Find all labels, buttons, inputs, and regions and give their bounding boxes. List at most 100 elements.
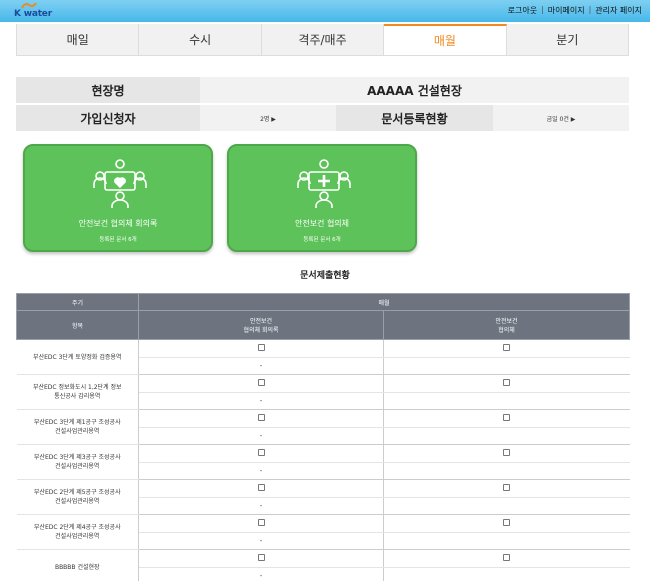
council-checkbox[interactable] [503,414,511,421]
kwater-logo[interactable]: K water [8,1,68,21]
table-row: 부산EDC 3단계 제3공구 조성공사 건설사업관리용역 [16,444,630,480]
site-info-table: 현장명 AAAAA 건설현장 가입신청자 2명 ▶ 문서등록현황 금일 0건 ▶ [16,77,629,133]
table-row: BBBBB 건설현장 [16,549,630,581]
minutes-checkbox[interactable] [257,379,265,386]
card-doc-count: 등록된 문서 6개 [303,237,341,243]
card-title: 안전보건 협의체 [294,219,350,228]
table-body: 부산EDC 3단계 토양정화 검증용역 - 부산EDC 정보화도시 1,2단계 정보… [16,339,630,581]
council-cell [383,479,630,498]
status-dash: - [259,537,263,545]
minutes-status: - [138,427,384,445]
project-name: 부산EDC 3단계 제1공구 조성공사 건설사업관리용역 [16,409,139,445]
meeting-minutes-card[interactable]: 안전보건 협의체 회의록 등록된 문서 6개 [23,144,213,252]
safety-council-card[interactable]: 안전보건 협의체 등록된 문서 6개 [227,144,417,252]
minutes-status: - [138,532,384,550]
divider: | [588,5,592,14]
status-dash: - [259,467,263,475]
council-checkbox[interactable] [503,344,511,351]
top-bar: K water 로그아웃 | 마이페이지 | 관리자 페이지 [0,0,650,22]
doc-submission-table: 주기 매월 항목 안전보건 협의체 회의록 안전보건 협의체 부산EDC 3단계… [16,293,631,581]
minutes-cell [138,409,384,428]
status-dash: - [259,362,263,370]
logo-wave-icon [21,2,37,9]
status-dash: - [259,397,263,405]
council-status [383,392,630,410]
doc-today-link[interactable]: 금일 0건 ▶ [493,105,629,131]
council-cell [383,409,630,428]
minutes-checkbox[interactable] [257,519,265,526]
meeting-heart-icon [93,159,147,208]
minutes-checkbox[interactable] [257,449,265,456]
table-row: 부산EDC 정보화도시 1,2단계 정보통신공사 감리용역 [16,374,630,410]
logout-link[interactable]: 로그아웃 [508,5,537,16]
council-checkbox[interactable] [503,519,511,526]
logo-text: K water [14,9,52,19]
status-dash: - [259,572,263,580]
card-title: 안전보건 협의체 회의록 [78,219,158,228]
site-name-value: AAAAA 건설현장 [200,77,629,103]
minutes-checkbox[interactable] [257,554,265,561]
tab-anytime[interactable]: 수시 [139,24,262,55]
status-dash: - [259,432,263,440]
minutes-status: - [138,392,384,410]
period-header: 주기 [16,293,139,311]
project-name: 부산EDC 3단계 토양정화 검증용역 [16,339,139,375]
minutes-cell [138,479,384,498]
project-name: 부산EDC 3단계 제3공구 조성공사 건설사업관리용역 [16,444,139,480]
council-checkbox[interactable] [503,484,511,491]
doc-status-label: 문서등록현황 [336,105,493,131]
section-title: 문서제출현황 [300,271,350,281]
table-row: 부산EDC 3단계 제1공구 조성공사 건설사업관리용역 [16,409,630,445]
admin-page-link[interactable]: 관리자 페이지 [595,5,642,16]
applicant-count-link[interactable]: 2명 ▶ [200,105,336,131]
minutes-cell [138,444,384,463]
council-status [383,567,630,581]
council-status [383,532,630,550]
column-header-minutes: 안전보건 협의체 회의록 [138,310,384,340]
divider: | [541,5,544,14]
project-name: 부산EDC 정보화도시 1,2단계 정보통신공사 감리용역 [16,374,139,410]
minutes-cell [138,514,384,533]
applicant-label: 가입신청자 [16,105,200,131]
top-links: 로그아웃 | 마이페이지 | 관리자 페이지 [508,5,642,16]
council-status [383,462,630,480]
minutes-checkbox[interactable] [257,484,265,491]
header-line: 안전보건 [495,318,518,325]
header-line: 협의체 회의록 [243,327,279,334]
minutes-cell [138,374,384,393]
status-dash: - [259,502,263,510]
council-cell [383,514,630,533]
council-status [383,427,630,445]
mypage-link[interactable]: 마이페이지 [548,5,585,16]
project-name: 부산EDC 2단계 제4공구 조성공사 건설사업관리용역 [16,514,139,550]
table-row: 부산EDC 2단계 제5공구 조성공사 건설사업관리용역 [16,479,630,515]
council-status [383,497,630,515]
project-name: BBBBB 건설현장 [16,549,139,581]
council-cell [383,444,630,463]
column-header-council: 안전보건 협의체 [382,310,631,340]
council-checkbox[interactable] [503,554,511,561]
period-tabs: 매일 수시 격주/매주 매월 분기 [16,24,630,56]
minutes-cell [138,339,384,358]
minutes-status: - [138,567,384,581]
minutes-status: - [138,357,384,375]
council-cell [383,339,630,358]
tab-quarterly[interactable]: 분기 [506,24,630,55]
council-status [383,357,630,375]
card-doc-count: 등록된 문서 6개 [99,237,137,243]
minutes-cell [138,549,384,568]
minutes-checkbox[interactable] [257,344,265,351]
council-checkbox[interactable] [503,449,511,456]
minutes-status: - [138,462,384,480]
tab-weekly[interactable]: 격주/매주 [261,24,385,55]
project-name: 부산EDC 2단계 제5공구 조성공사 건설사업관리용역 [16,479,139,515]
minutes-checkbox[interactable] [257,414,265,421]
tab-monthly[interactable]: 매월 [384,24,507,55]
monthly-header: 매월 [137,293,631,311]
council-checkbox[interactable] [503,379,511,386]
item-header: 항목 [16,310,139,340]
table-row: 부산EDC 3단계 토양정화 검증용역 [16,339,630,375]
site-name-label: 현장명 [16,77,200,103]
table-row: 부산EDC 2단계 제4공구 조성공사 건설사업관리용역 [16,514,630,550]
tab-daily[interactable]: 매일 [16,24,140,55]
